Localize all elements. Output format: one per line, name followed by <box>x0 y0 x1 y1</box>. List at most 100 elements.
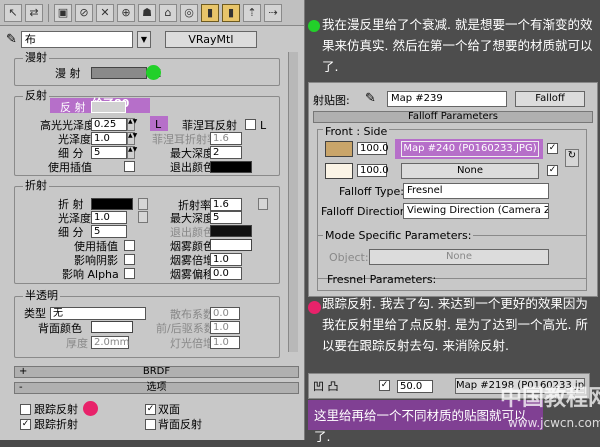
map-name-field[interactable]: Map #239 <box>387 91 507 107</box>
affect-alpha-checkbox[interactable] <box>124 268 135 279</box>
fresnel-checkbox[interactable] <box>245 119 256 130</box>
falloff-type-dropdown[interactable]: Fresnel <box>403 183 549 199</box>
falloff-type-label: Falloff Type: <box>339 185 404 198</box>
bump-checkbox[interactable]: ✓ <box>379 380 390 391</box>
translucency-type-dropdown[interactable]: 无 <box>50 307 146 320</box>
side-map-button[interactable]: None <box>401 163 539 179</box>
show-end-result-icon[interactable]: ▮ <box>222 3 240 22</box>
front-map-button[interactable]: Map #240 (P0160233.JPG) <box>401 141 539 157</box>
reflect-back-checkbox[interactable] <box>145 419 156 430</box>
eyedropper-icon[interactable]: ✎ <box>6 32 17 47</box>
reflect-exit-color-swatch[interactable] <box>210 161 252 173</box>
options-rollout[interactable]: - 选项 <box>14 382 299 394</box>
material-name-dropdown[interactable]: ▼ <box>136 30 151 48</box>
green-marker-dot-right <box>308 20 320 32</box>
fresnel-params-title: Fresnel Parameters: <box>327 273 437 286</box>
object-pick-button[interactable]: None <box>369 249 549 265</box>
reflect-subdiv-label: 细 分 <box>58 147 84 160</box>
show-map-icon[interactable]: ▮ <box>201 3 219 22</box>
reflect-color-swatch[interactable] <box>91 101 126 113</box>
fog-bias-label: 烟雾偏移 <box>170 268 214 281</box>
effects-channel-icon[interactable]: ◎ <box>180 3 198 22</box>
front-map-checkbox[interactable]: ✓ <box>547 143 558 154</box>
refract-exit-color-swatch[interactable] <box>210 225 252 237</box>
reflect-subdiv-field[interactable]: 5 <box>91 146 127 159</box>
gloss-field[interactable]: 1.0 <box>91 132 127 145</box>
front-color-swatch[interactable] <box>325 141 353 157</box>
bump-amount-field[interactable]: 50.0 <box>397 380 433 393</box>
material-name-field[interactable]: 布 <box>20 30 133 48</box>
make-unique-icon[interactable]: ☗ <box>138 3 156 22</box>
refract-use-interp-checkbox[interactable] <box>124 240 135 251</box>
refract-gloss-field[interactable]: 1.0 <box>91 211 127 224</box>
trace-refract-checkbox[interactable]: ✓ <box>20 419 31 430</box>
thickness-field[interactable]: 2.0mm <box>91 336 129 349</box>
diffuse-label: 漫 射 <box>55 67 81 80</box>
reflect-subdiv-spinner[interactable]: ▲▼ <box>127 146 137 159</box>
fb-coef-field[interactable]: 1.0 <box>210 321 240 334</box>
reflect-label: 反 射 <box>60 101 86 114</box>
material-type-button[interactable]: VRayMtl <box>164 30 257 48</box>
refract-subdiv-field[interactable]: 5 <box>91 225 127 238</box>
fog-color-label: 烟雾颜色 <box>170 240 214 253</box>
refract-max-depth-field[interactable]: 5 <box>210 211 242 224</box>
side-color-swatch[interactable] <box>325 163 353 179</box>
hilight-gloss-label: 高光光泽度 <box>40 119 95 132</box>
refract-exit-color-label: 退出颜色 <box>170 226 214 239</box>
fresnel-lock-button[interactable]: L <box>260 119 266 132</box>
material-toolbar: ↖ ⇄ ▣ ⊘ ✕ ⊕ ☗ ⌂ ◎ ▮ ▮ ⇡ ⇢ <box>0 0 304 26</box>
material-editor-panel: ↖ ⇄ ▣ ⊘ ✕ ⊕ ☗ ⌂ ◎ ▮ ▮ ⇡ ⇢ ✎ 布 ▼ VRayMtl … <box>0 0 305 440</box>
copy-material-icon[interactable]: ⊕ <box>117 3 135 22</box>
fb-coef-label: 前/后驱系数 <box>156 322 215 335</box>
falloff-direction-dropdown[interactable]: Viewing Direction (Camera Z-Axis) <box>403 203 549 219</box>
falloff-params-title: Falloff Parameters <box>408 111 498 122</box>
reflect-max-depth-field[interactable]: 2 <box>210 146 242 159</box>
ior-map-button[interactable] <box>258 198 268 210</box>
front-amount-field[interactable]: 100.0 <box>357 142 389 155</box>
scrollbar[interactable] <box>288 52 298 352</box>
map-eyedropper-icon[interactable]: ✎ <box>365 92 376 105</box>
hilight-gloss-field[interactable]: 0.25 <box>91 118 127 131</box>
put-library-icon[interactable]: ⌂ <box>159 3 177 22</box>
gloss-spinner[interactable]: ▲▼ <box>127 132 137 145</box>
map-type-button[interactable]: Falloff <box>515 91 585 107</box>
side-amount-field[interactable]: 100.0 <box>357 164 389 177</box>
hilight-gloss-spinner[interactable]: ▲▼ <box>127 118 137 131</box>
scatter-field[interactable]: 0.0 <box>210 307 240 320</box>
go-parent-icon[interactable]: ⇡ <box>243 3 261 22</box>
trace-reflect-checkbox[interactable] <box>20 404 31 415</box>
light-mult-field[interactable]: 1.0 <box>210 336 240 349</box>
diffuse-color-swatch[interactable] <box>91 67 147 79</box>
fog-mult-field[interactable]: 1.0 <box>210 253 242 266</box>
fog-bias-field[interactable]: 0.0 <box>210 267 242 280</box>
assign-material-icon[interactable]: ▣ <box>54 3 72 22</box>
back-color-swatch[interactable] <box>91 321 133 333</box>
hilight-lock-button[interactable]: L <box>155 118 161 131</box>
light-mult-label: 灯光倍增 <box>170 337 214 350</box>
watermark-cn: 中国教程网 <box>500 386 600 411</box>
refract-map-button[interactable] <box>138 198 148 210</box>
fog-color-swatch[interactable] <box>210 239 252 251</box>
reflect-group-title: 反射 <box>23 89 49 102</box>
reset-icon[interactable]: ⊘ <box>75 3 93 22</box>
delete-icon[interactable]: ✕ <box>96 3 114 22</box>
falloff-params-rollout[interactable]: Falloff Parameters <box>313 111 593 123</box>
go-sibling-icon[interactable]: ⇢ <box>264 3 282 22</box>
double-sided-label: 双面 <box>158 403 180 416</box>
stage: ↖ ⇄ ▣ ⊘ ✕ ⊕ ☗ ⌂ ◎ ▮ ▮ ⇡ ⇢ ✎ 布 ▼ VRayMtl … <box>0 0 600 444</box>
refract-color-swatch[interactable] <box>91 198 133 210</box>
brdf-rollout[interactable]: + BRDF <box>14 366 299 378</box>
swap-colors-button[interactable]: ↻ <box>565 149 579 167</box>
affect-alpha-label: 影响 Alpha <box>62 268 119 281</box>
refract-gloss-map-button[interactable] <box>138 211 148 223</box>
reflect-use-interp-checkbox[interactable] <box>124 161 135 172</box>
gloss-label: 光泽度 <box>58 133 91 146</box>
fresnel-ior-label: 菲涅耳折射率 <box>152 133 218 146</box>
double-sided-checkbox[interactable]: ✓ <box>145 404 156 415</box>
put-material-icon[interactable]: ⇄ <box>25 3 43 22</box>
get-material-icon[interactable]: ↖ <box>4 3 22 22</box>
side-map-checkbox[interactable]: ✓ <box>547 165 558 176</box>
fresnel-ior-field[interactable]: 1.6 <box>210 132 242 145</box>
ior-field[interactable]: 1.6 <box>210 198 242 211</box>
affect-shadows-checkbox[interactable] <box>124 254 135 265</box>
